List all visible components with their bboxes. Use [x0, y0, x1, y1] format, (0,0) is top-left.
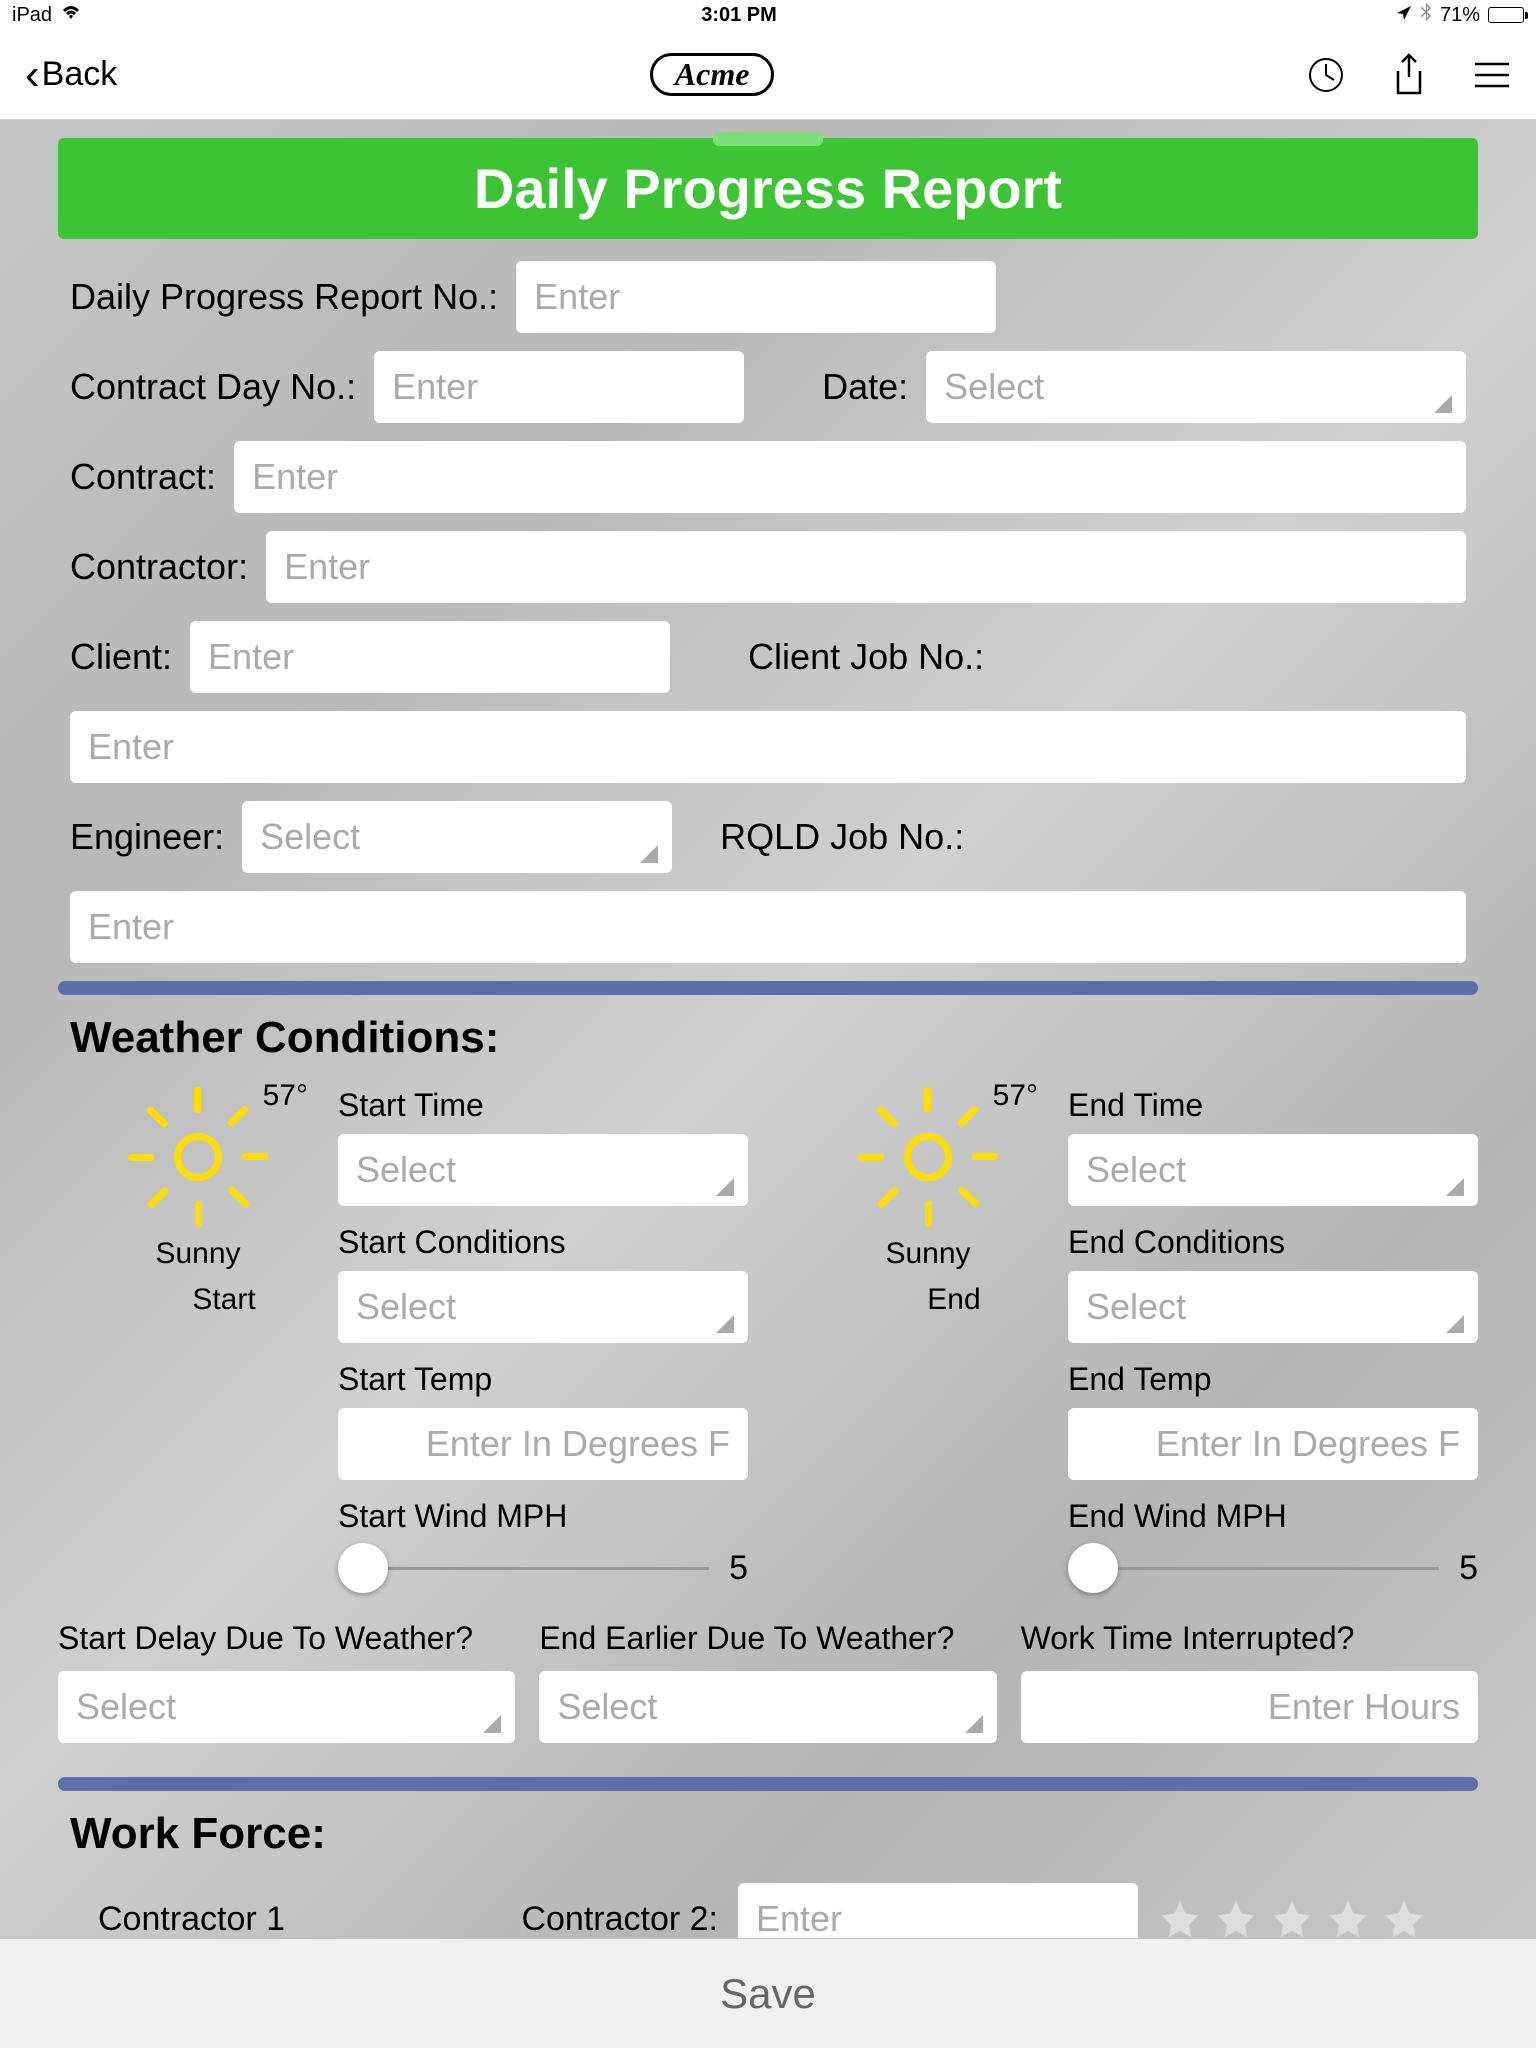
client-input[interactable]	[190, 621, 670, 693]
weather-header: Weather Conditions:	[70, 1013, 1478, 1063]
start-time-label: Start Time	[338, 1087, 748, 1124]
end-cond-label: End Conditions	[1068, 1224, 1478, 1261]
chevron-left-icon: ‹	[25, 53, 40, 97]
contractor-input[interactable]	[266, 531, 1466, 603]
end-temp-display: 57°	[993, 1079, 1038, 1113]
end-wind-slider[interactable]	[1068, 1567, 1439, 1570]
location-icon	[1396, 4, 1412, 27]
contractor2-label: Contractor 2:	[458, 1900, 718, 1939]
q3-label: Work Time Interrupted?	[1021, 1620, 1478, 1657]
clock: 3:01 PM	[701, 4, 777, 27]
date-label: Date:	[822, 366, 908, 408]
start-wind-slider[interactable]	[338, 1567, 709, 1570]
dropdown-icon	[483, 1715, 501, 1733]
bluetooth-icon	[1420, 2, 1432, 28]
divider	[58, 981, 1478, 995]
dropdown-icon	[640, 845, 658, 863]
nav-bar: ‹ Back Acme	[0, 30, 1536, 120]
dropdown-icon	[716, 1178, 734, 1196]
contractor2-input[interactable]	[738, 1883, 1138, 1938]
start-wind-value: 5	[729, 1549, 748, 1588]
status-bar: iPad 3:01 PM 71%	[0, 0, 1536, 30]
q1-label: Start Delay Due To Weather?	[58, 1620, 515, 1657]
end-temp-label: End Temp	[1068, 1361, 1478, 1398]
q2-label: End Earlier Due To Weather?	[539, 1620, 996, 1657]
menu-icon[interactable]	[1473, 56, 1511, 94]
dropdown-icon	[1434, 395, 1452, 413]
q1-select[interactable]: Select	[58, 1671, 515, 1743]
engineer-select[interactable]: Select	[242, 801, 672, 873]
client-job-input[interactable]	[70, 711, 1466, 783]
date-select[interactable]: Select	[926, 351, 1466, 423]
dropdown-icon	[1446, 1178, 1464, 1196]
end-period: End	[840, 1283, 1068, 1317]
page-title-banner: Daily Progress Report	[58, 138, 1478, 239]
start-cond-select[interactable]: Select	[338, 1271, 748, 1343]
contract-input[interactable]	[234, 441, 1466, 513]
history-icon[interactable]	[1307, 56, 1345, 94]
sun-icon	[128, 1087, 268, 1227]
start-temp-input[interactable]	[338, 1408, 748, 1480]
contract-day-input[interactable]	[374, 351, 744, 423]
end-temp-input[interactable]	[1068, 1408, 1478, 1480]
start-temp-label: Start Temp	[338, 1361, 748, 1398]
save-button[interactable]: Save	[0, 1938, 1536, 2048]
start-time-select[interactable]: Select	[338, 1134, 748, 1206]
content: Daily Progress Report Daily Progress Rep…	[0, 120, 1536, 1938]
contract-day-label: Contract Day No.:	[70, 366, 356, 408]
workforce-header: Work Force:	[70, 1809, 1478, 1859]
rqld-input[interactable]	[70, 891, 1466, 963]
logo: Acme	[650, 53, 775, 96]
battery-icon	[1488, 7, 1524, 23]
contractor-rating[interactable]	[1158, 1897, 1426, 1938]
sun-icon	[858, 1087, 998, 1227]
end-condition: Sunny	[788, 1237, 1068, 1271]
start-wind-label: Start Wind MPH	[338, 1498, 748, 1535]
end-cond-select[interactable]: Select	[1068, 1271, 1478, 1343]
save-label: Save	[720, 1970, 816, 2018]
report-no-label: Daily Progress Report No.:	[70, 276, 498, 318]
divider	[58, 1777, 1478, 1791]
wifi-icon	[60, 4, 82, 27]
client-label: Client:	[70, 636, 172, 678]
start-condition: Sunny	[58, 1237, 338, 1271]
start-cond-label: Start Conditions	[338, 1224, 748, 1261]
dropdown-icon	[716, 1315, 734, 1333]
end-wind-label: End Wind MPH	[1068, 1498, 1478, 1535]
contract-label: Contract:	[70, 456, 216, 498]
end-time-label: End Time	[1068, 1087, 1478, 1124]
q2-select[interactable]: Select	[539, 1671, 996, 1743]
drag-handle-icon[interactable]	[713, 132, 823, 146]
engineer-label: Engineer:	[70, 816, 224, 858]
page-title: Daily Progress Report	[474, 157, 1062, 220]
end-time-select[interactable]: Select	[1068, 1134, 1478, 1206]
dropdown-icon	[1446, 1315, 1464, 1333]
contractor1-label: Contractor 1	[98, 1900, 285, 1939]
back-label: Back	[42, 55, 118, 94]
start-period: Start	[110, 1283, 338, 1317]
q3-input[interactable]	[1021, 1671, 1478, 1743]
rqld-label: RQLD Job No.:	[720, 816, 964, 858]
back-button[interactable]: ‹ Back	[25, 53, 117, 97]
device-label: iPad	[12, 4, 52, 27]
share-icon[interactable]	[1390, 56, 1428, 94]
dropdown-icon	[965, 1715, 983, 1733]
start-temp-display: 57°	[263, 1079, 308, 1113]
client-job-label: Client Job No.:	[748, 636, 984, 678]
contractor-label: Contractor:	[70, 546, 248, 588]
end-wind-value: 5	[1459, 1549, 1478, 1588]
battery-pct: 71%	[1440, 4, 1480, 27]
report-no-input[interactable]	[516, 261, 996, 333]
